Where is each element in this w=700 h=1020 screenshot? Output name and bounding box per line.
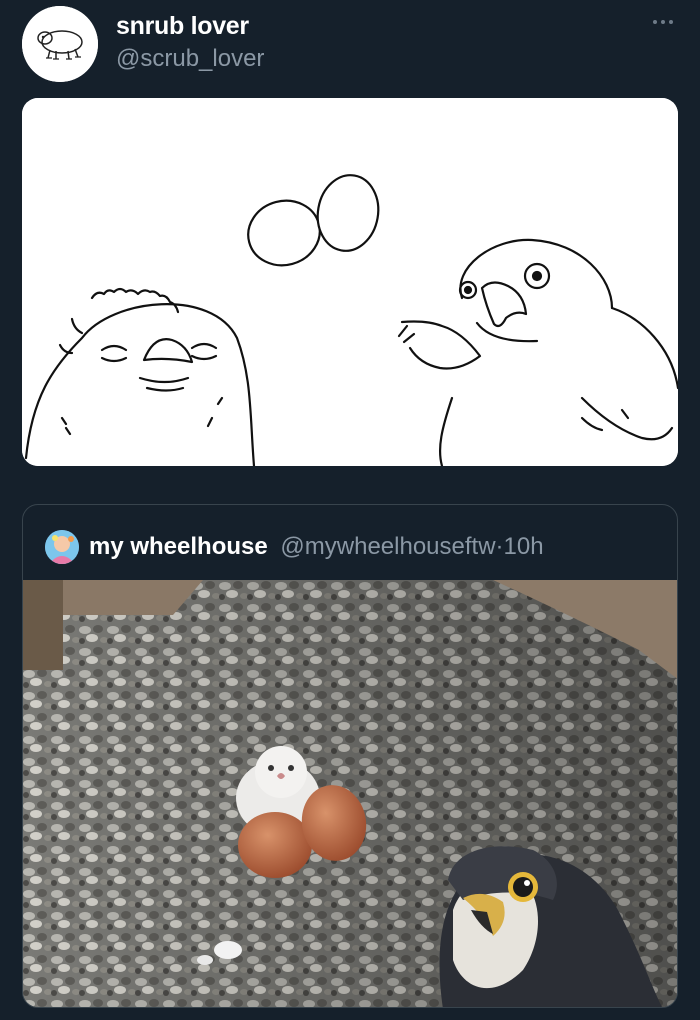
user-handle[interactable]: @scrub_lover — [116, 45, 264, 73]
quoted-timestamp[interactable]: 10h — [504, 533, 544, 560]
display-name[interactable]: snrub lover — [116, 12, 249, 41]
user-avatar[interactable] — [22, 6, 98, 82]
quoted-display-name[interactable]: my wheelhouse — [89, 533, 268, 560]
falcon-drawing-illustration — [22, 98, 678, 466]
quoted-tweet-author-line: my wheelhouse @mywheelhouseftw·10h — [89, 533, 544, 561]
tweet-header: snrub lover @scrub_lover — [0, 0, 700, 95]
quoted-handle[interactable]: @mywheelhouseftw — [280, 533, 495, 560]
colorful-avatar-icon[interactable] — [45, 530, 79, 564]
more-dots-icon[interactable] — [648, 14, 678, 30]
quoted-tweet-photo[interactable] — [23, 580, 677, 1007]
quoted-tweet[interactable]: my wheelhouse @mywheelhouseftw·10h — [22, 504, 678, 1008]
falcon-nest-photo — [23, 580, 677, 1007]
tweet-image-drawing[interactable] — [22, 98, 678, 466]
separator-dot: · — [495, 533, 504, 560]
sloth-doodle-avatar-icon — [22, 6, 98, 82]
